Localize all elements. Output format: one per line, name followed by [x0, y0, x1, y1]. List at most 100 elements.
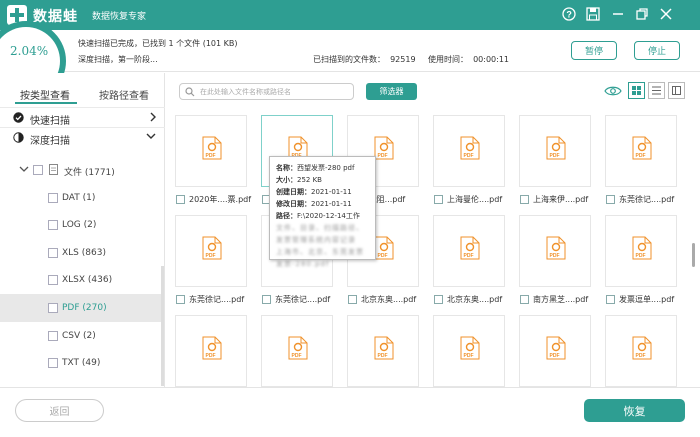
elapsed-time: 使用时间： 00:00:11 [428, 55, 510, 64]
checkbox[interactable] [520, 295, 529, 304]
checkbox[interactable] [348, 295, 357, 304]
toolbar: 在此处输入文件名称或路径名 筛选器 [166, 73, 700, 109]
tree-item-dat[interactable]: DAT (1) [0, 184, 164, 212]
checkbox[interactable] [48, 331, 58, 341]
minimize-icon[interactable] [610, 6, 626, 22]
search-placeholder: 在此处输入文件名称或路径名 [200, 88, 291, 96]
file-thumbnail[interactable]: PDF [175, 215, 247, 287]
file-caption: 北京东奥....pdf [348, 294, 428, 306]
tab-by-path[interactable]: 按路径查看 [99, 87, 149, 102]
file-thumbnail[interactable]: PDF [175, 315, 247, 387]
close-icon[interactable] [658, 6, 674, 22]
checkbox[interactable] [48, 275, 58, 285]
file-name: 发票逗单....pdf [619, 295, 675, 304]
eye-icon[interactable] [604, 85, 622, 97]
tree-item-label: DAT (1) [62, 193, 96, 203]
file-thumbnail[interactable]: PDF [605, 215, 677, 287]
file-caption: 南方黑芝....pdf [520, 294, 600, 306]
checkbox[interactable] [520, 195, 529, 204]
tree-item-xls[interactable]: XLS (863) [0, 239, 164, 267]
file-caption: 东莞徐记....pdf [606, 194, 686, 206]
file-thumbnail[interactable]: PDF [605, 115, 677, 187]
pdf-file-icon: PDF [546, 236, 566, 260]
tree-item-pdf[interactable]: PDF (270) [0, 294, 164, 322]
file-thumbnail[interactable]: PDF [175, 115, 247, 187]
tab-by-type[interactable]: 按类型查看 [20, 87, 70, 102]
checkbox[interactable] [48, 248, 58, 258]
deep-scan-row[interactable]: 深度扫描 [0, 127, 165, 147]
checkbox[interactable] [48, 220, 58, 230]
file-thumbnail[interactable]: PDF [519, 315, 591, 387]
sidebar: 按类型查看 按路径查看 快速扫描 深度扫描 文件 (1771) DAT (1) … [0, 73, 165, 387]
tree-item-xlsx[interactable]: XLSX (436) [0, 266, 164, 294]
pdf-file-icon: PDF [632, 136, 652, 160]
tree-item-label: TXT (49) [62, 358, 101, 368]
checkbox[interactable] [262, 295, 271, 304]
chevron-down-icon[interactable] [19, 166, 29, 174]
pdf-file-icon: PDF [632, 336, 652, 360]
checkbox[interactable] [48, 303, 58, 313]
checkbox[interactable] [176, 295, 185, 304]
restore-icon[interactable] [634, 6, 650, 22]
file-caption: 北京东奥....pdf [434, 294, 514, 306]
tree-item-label: 文件 (1771) [64, 168, 115, 178]
checkbox[interactable] [434, 195, 443, 204]
grid-view-icon[interactable] [628, 82, 645, 99]
svg-text:PDF: PDF [378, 353, 388, 359]
checkbox[interactable] [176, 195, 185, 204]
tree-item-log[interactable]: LOG (2) [0, 211, 164, 239]
file-thumbnail[interactable]: PDF [605, 315, 677, 387]
chevron-right-icon [150, 112, 156, 122]
pdf-file-icon: PDF [546, 136, 566, 160]
file-thumbnail[interactable]: PDF [261, 315, 333, 387]
scan-status-bar: 2.04% 快速扫描已完成，已找到 1 个文件 (101 KB) 深度扫描，第一… [0, 21, 700, 101]
sidebar-scrollbar[interactable] [161, 266, 164, 386]
pause-button[interactable]: 暂停 [571, 41, 617, 60]
checkbox[interactable] [33, 165, 43, 175]
save-icon[interactable] [585, 6, 601, 22]
file-thumbnail[interactable]: PDF [433, 215, 505, 287]
tree-item-label: XLS (863) [62, 248, 106, 258]
tree-item-label: LOG (2) [62, 220, 97, 230]
tree-item-csv[interactable]: CSV (2) [0, 322, 164, 350]
quick-scan-label: 快速扫描 [30, 116, 70, 127]
file-caption: 2020年....票.pdf [176, 194, 256, 206]
svg-text:PDF: PDF [292, 353, 302, 359]
grid-scrollbar[interactable] [692, 243, 695, 267]
file-thumbnail[interactable]: PDF [347, 315, 419, 387]
tree-item-txt[interactable]: TXT (49) [0, 349, 164, 377]
svg-text:PDF: PDF [550, 253, 560, 259]
help-icon[interactable]: ? [561, 6, 577, 22]
deep-scan-label: 深度扫描 [30, 136, 70, 147]
stop-button[interactable]: 停止 [634, 41, 680, 60]
file-thumbnail[interactable]: PDF [433, 115, 505, 187]
svg-text:PDF: PDF [464, 153, 474, 159]
search-icon [185, 87, 195, 97]
svg-text:PDF: PDF [636, 353, 646, 359]
list-view-icon[interactable] [648, 82, 665, 99]
svg-text:PDF: PDF [636, 153, 646, 159]
file-name: 上海来伊....pdf [533, 195, 589, 204]
detail-view-icon[interactable] [668, 82, 685, 99]
back-button[interactable]: 返回 [15, 399, 104, 422]
recover-button[interactable]: 恢复 [584, 399, 685, 422]
checkbox[interactable] [48, 193, 58, 203]
tree-folder-files[interactable]: 文件 (1771) [0, 156, 164, 184]
checkbox[interactable] [48, 358, 58, 368]
search-input[interactable]: 在此处输入文件名称或路径名 [179, 83, 354, 100]
file-thumbnail[interactable]: PDF [519, 215, 591, 287]
pdf-file-icon: PDF [546, 336, 566, 360]
checkbox[interactable] [606, 295, 615, 304]
pdf-file-icon: PDF [632, 236, 652, 260]
file-thumbnail[interactable]: PDF [519, 115, 591, 187]
svg-text:PDF: PDF [550, 153, 560, 159]
filter-button[interactable]: 筛选器 [366, 83, 417, 100]
svg-text:PDF: PDF [378, 153, 388, 159]
svg-text:PDF: PDF [206, 353, 216, 359]
svg-text:PDF: PDF [206, 253, 216, 259]
checkbox[interactable] [434, 295, 443, 304]
file-thumbnail[interactable]: PDF [433, 315, 505, 387]
quick-scan-row[interactable]: 快速扫描 [0, 107, 165, 127]
checkbox[interactable] [606, 195, 615, 204]
file-name: 东莞徐记....pdf [189, 295, 245, 304]
